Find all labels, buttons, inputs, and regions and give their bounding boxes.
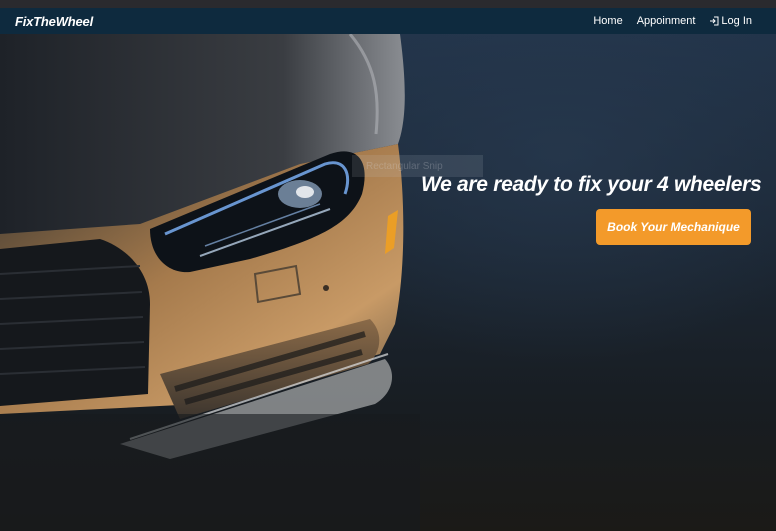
brand-logo[interactable]: FixTheWheel [15, 14, 93, 29]
car-headlight-photo [0, 34, 420, 531]
login-icon [710, 16, 719, 26]
nav-appointment-link[interactable]: Appoinment [637, 15, 696, 27]
window-top-strip [0, 0, 776, 8]
nav-login-label: Log In [721, 15, 752, 27]
nav-login-link[interactable]: Log In [709, 15, 752, 27]
nav-links: Home Appoinment Log In [593, 15, 752, 27]
hero-section: Rectangular Snip We are ready to fix you… [0, 34, 776, 531]
hero-headline: We are ready to fix your 4 wheelers [421, 173, 762, 196]
nav-home-link[interactable]: Home [593, 15, 622, 27]
book-mechanic-button[interactable]: Book Your Mechanique [596, 209, 751, 245]
navbar: FixTheWheel Home Appoinment Log In [0, 8, 776, 34]
